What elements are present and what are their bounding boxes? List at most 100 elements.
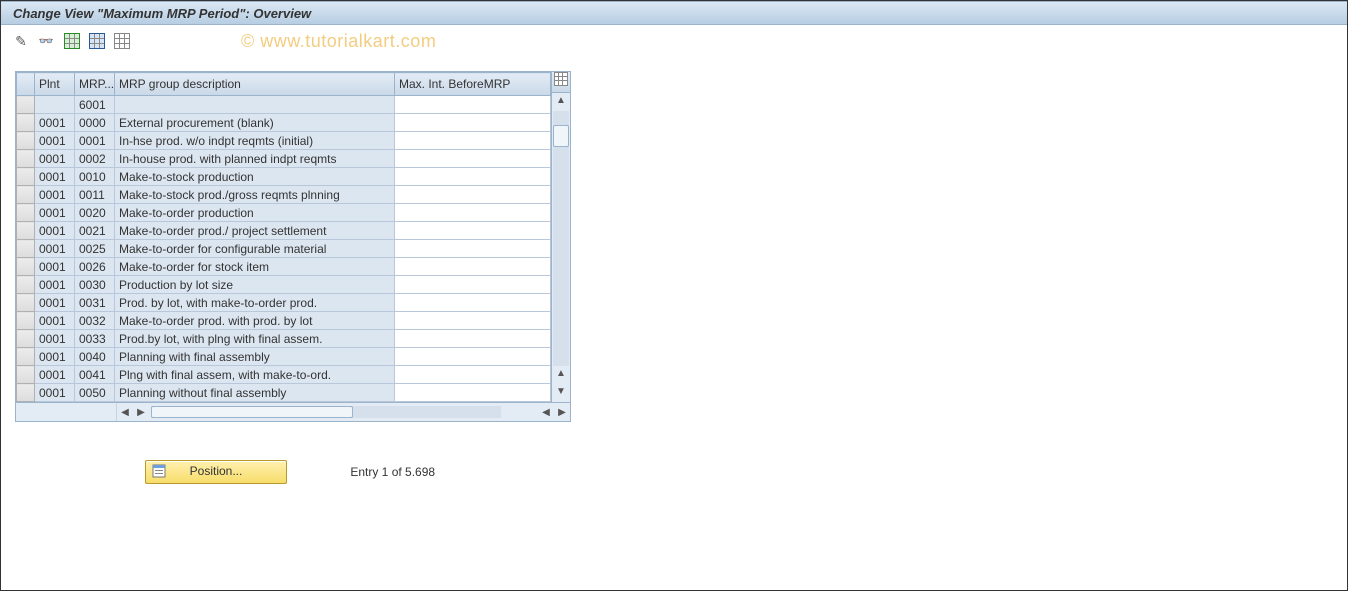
row-selector[interactable]	[17, 114, 35, 132]
max-input[interactable]	[399, 116, 546, 130]
cell-mrp: 0031	[75, 294, 115, 312]
hscroll-left-icon[interactable]: ◀	[117, 407, 133, 418]
cell-max[interactable]	[395, 294, 551, 312]
cell-mrp: 0026	[75, 258, 115, 276]
position-button[interactable]: Position...	[145, 460, 287, 484]
cell-max[interactable]	[395, 96, 551, 114]
row-selector[interactable]	[17, 96, 35, 114]
hscroll-thumb[interactable]	[151, 406, 353, 418]
select-block-icon[interactable]	[87, 31, 107, 51]
change-icon[interactable]	[11, 31, 31, 51]
cell-plnt: 0001	[35, 240, 75, 258]
max-input[interactable]	[399, 206, 546, 220]
hscroll-right-icon[interactable]: ▶	[133, 407, 149, 418]
cell-max[interactable]	[395, 186, 551, 204]
deselect-all-icon[interactable]	[112, 31, 132, 51]
table-row: 00010010Make-to-stock production	[17, 168, 551, 186]
max-input[interactable]	[399, 152, 546, 166]
hscroll-track[interactable]	[151, 406, 501, 418]
max-input[interactable]	[399, 278, 546, 292]
cell-plnt	[35, 96, 75, 114]
config-columns-icon[interactable]	[552, 72, 570, 93]
max-input[interactable]	[399, 134, 546, 148]
row-selector[interactable]	[17, 330, 35, 348]
scroll-up2-icon[interactable]: ▲	[552, 366, 570, 384]
max-input[interactable]	[399, 170, 546, 184]
row-selector[interactable]	[17, 240, 35, 258]
cell-max[interactable]	[395, 114, 551, 132]
cell-max[interactable]	[395, 204, 551, 222]
position-icon	[152, 464, 166, 478]
col-desc[interactable]: MRP group description	[115, 73, 395, 96]
cell-plnt: 0001	[35, 366, 75, 384]
cell-mrp: 0020	[75, 204, 115, 222]
scroll-thumb[interactable]	[553, 125, 569, 147]
data-table-container: Plnt MRP... MRP group description Max. I…	[15, 71, 571, 422]
cell-mrp: 0002	[75, 150, 115, 168]
row-selector[interactable]	[17, 222, 35, 240]
cell-max[interactable]	[395, 276, 551, 294]
table-row: 00010026Make-to-order for stock item	[17, 258, 551, 276]
cell-plnt: 0001	[35, 132, 75, 150]
cell-max[interactable]	[395, 150, 551, 168]
row-selector[interactable]	[17, 186, 35, 204]
scroll-up-icon[interactable]: ▲	[552, 93, 570, 111]
display-icon[interactable]	[36, 31, 56, 51]
cell-max[interactable]	[395, 222, 551, 240]
row-selector[interactable]	[17, 276, 35, 294]
cell-plnt: 0001	[35, 348, 75, 366]
row-selector[interactable]	[17, 132, 35, 150]
cell-max[interactable]	[395, 384, 551, 402]
cell-max[interactable]	[395, 168, 551, 186]
cell-max[interactable]	[395, 258, 551, 276]
max-input[interactable]	[399, 188, 546, 202]
max-input[interactable]	[399, 242, 546, 256]
cell-desc: Make-to-order production	[115, 204, 395, 222]
cell-desc: Make-to-order for stock item	[115, 258, 395, 276]
col-select[interactable]	[17, 73, 35, 96]
max-input[interactable]	[399, 224, 546, 238]
max-input[interactable]	[399, 98, 546, 112]
cell-max[interactable]	[395, 240, 551, 258]
cell-max[interactable]	[395, 330, 551, 348]
table-row: 00010032Make-to-order prod. with prod. b…	[17, 312, 551, 330]
max-input[interactable]	[399, 332, 546, 346]
max-input[interactable]	[399, 296, 546, 310]
cell-max[interactable]	[395, 348, 551, 366]
hscroll-left2-icon[interactable]: ◀	[538, 407, 554, 418]
row-selector[interactable]	[17, 348, 35, 366]
data-table: Plnt MRP... MRP group description Max. I…	[16, 72, 551, 402]
cell-max[interactable]	[395, 366, 551, 384]
cell-desc	[115, 96, 395, 114]
row-selector[interactable]	[17, 168, 35, 186]
cell-plnt: 0001	[35, 276, 75, 294]
row-selector[interactable]	[17, 150, 35, 168]
cell-desc: Planning without final assembly	[115, 384, 395, 402]
max-input[interactable]	[399, 260, 546, 274]
col-plnt[interactable]: Plnt	[35, 73, 75, 96]
row-selector[interactable]	[17, 204, 35, 222]
row-selector[interactable]	[17, 258, 35, 276]
max-input[interactable]	[399, 386, 546, 400]
select-all-icon[interactable]	[62, 31, 82, 51]
max-input[interactable]	[399, 314, 546, 328]
table-row: 00010020Make-to-order production	[17, 204, 551, 222]
col-max[interactable]: Max. Int. BeforeMRP	[395, 73, 551, 96]
row-selector[interactable]	[17, 294, 35, 312]
cell-max[interactable]	[395, 312, 551, 330]
row-selector[interactable]	[17, 366, 35, 384]
scroll-down-icon[interactable]: ▼	[552, 384, 570, 402]
footer: Position... Entry 1 of 5.698	[1, 460, 1347, 484]
row-selector[interactable]	[17, 384, 35, 402]
table-row: 00010000External procurement (blank)	[17, 114, 551, 132]
vertical-scrollbar[interactable]: ▲ ▲ ▼	[551, 72, 570, 402]
horizontal-scrollbar[interactable]: ◀ ▶ ◀ ▶	[16, 402, 570, 421]
max-input[interactable]	[399, 368, 546, 382]
hscroll-right2-icon[interactable]: ▶	[554, 407, 570, 418]
cell-max[interactable]	[395, 132, 551, 150]
cell-desc: Make-to-stock prod./gross reqmts plnning	[115, 186, 395, 204]
max-input[interactable]	[399, 350, 546, 364]
row-selector[interactable]	[17, 312, 35, 330]
scroll-track[interactable]	[553, 111, 569, 366]
col-mrp[interactable]: MRP...	[75, 73, 115, 96]
